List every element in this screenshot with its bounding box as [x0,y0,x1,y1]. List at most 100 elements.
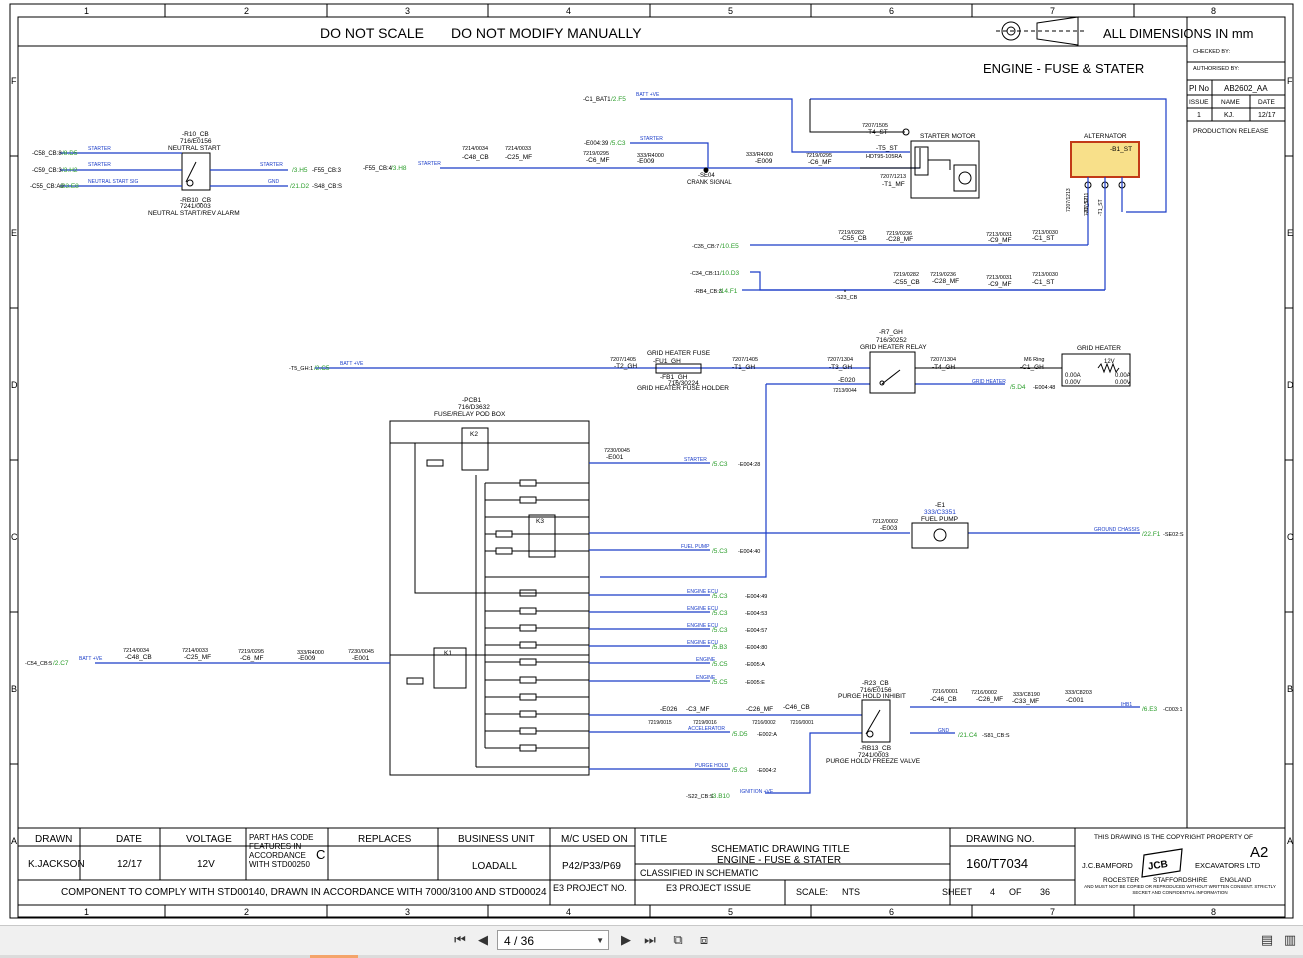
fit-width-icon: ⧈ [699,933,709,948]
alt-l3-ref: /14.F1 [719,288,738,295]
grid-col-5-bottom: 5 [728,907,733,917]
out0-ref: /5.C3 [712,461,728,468]
starter-src: -F55_CB:4 [363,166,393,172]
grid-row-d: D [11,380,18,390]
mc-value: P42/P33/P69 [562,861,621,872]
batt-src: -C1_BAT1 [583,97,611,103]
batt-in-c1: -C48_CB [125,654,152,661]
alt-p1: 7207/1213 [1066,188,1072,212]
single-page-view-button[interactable]: ▤ [1257,931,1277,951]
classified-value: SCHEMATIC [706,868,759,878]
purge-ph-end: -E004:2 [757,768,776,774]
purge-b1a: 7216/0001 [932,689,958,695]
starter-c1a: 7214/0034 [462,146,488,152]
purge-ign-ref: /3.B10 [711,793,730,800]
continuous-view-button[interactable]: ▥ [1280,931,1300,951]
gh-ref: /5.D4 [1010,384,1026,391]
gh-wire: GRID HEATER [972,379,1006,385]
grid-row-a: A [11,836,17,846]
e3-project-issue: E3 PROJECT ISSUE [666,883,751,893]
neutral-r1: -F55_CB:3 [312,168,342,174]
grid-col-7-bottom: 7 [1050,907,1055,917]
gh-e20: -E020 [838,377,856,384]
starter-motor-body [910,140,980,199]
previous-page-button[interactable]: ◀ [473,931,493,951]
starter-e1-wire: STARTER [640,136,663,142]
title-block: DRAWN DATE VOLTAGE PART HAS CODE FEATURE… [18,828,1285,906]
starter-c6: -C6_MF [808,159,832,166]
title-line2: ENGINE - FUSE & STATER [717,855,841,866]
next-page-button[interactable]: ▶ [616,931,636,951]
grid-col-3: 3 [405,6,410,16]
gh-a4: 0.00V [1115,380,1131,386]
gh-m6: M6 Ring [1024,357,1044,363]
grid-col-6-bottom: 6 [889,907,894,917]
starter-motor-c2a: 7207/1213 [880,174,906,180]
alt-d1a: 7219/0282 [893,272,919,278]
pcb-pod-box: -PCB1 716/D3632 FUSE/RELAY POD BOX K2 K3… [389,397,590,776]
last-page-icon: ⏭ [644,933,656,948]
neutral-l3-wire: NEUTRAL START SIG [88,179,138,185]
batt-in-src: -C54_CB:5 [25,661,52,667]
purge-b4a: 333/C8203 [1065,690,1092,696]
sheet-value: 4 [990,887,995,897]
grid-row-f-right: F [1287,76,1293,86]
out2-ref: /5.C3 [712,593,728,600]
next-page-icon: ▶ [621,933,631,948]
purge-e26: -E026 [660,706,678,713]
purge-a1: 7219/0015 [648,720,672,726]
title-label: TITLE [640,834,668,845]
out5-end: -E004:80 [745,645,767,651]
fuel-pump-ref: /22.F1 [1142,531,1161,538]
batt-in-c4: -E009 [298,655,316,662]
alt-c2: -C28_MF [886,236,913,243]
crank-signal-label: CRANK SIGNAL [687,180,732,186]
k2-label: K2 [470,431,478,438]
first-page-button[interactable]: ⏮ [450,931,470,951]
gh-holder-name: GRID HEATER FUSE HOLDER [637,385,729,392]
neutral-r1-wire: STARTER [260,162,283,168]
purge-hold-section: -R23_CB 716/E0156 PURGE HOLD INHIBIT -RB… [648,680,1183,800]
purge-gnd-ref: /21.C4 [958,732,978,739]
starter-c3: -C6_MF [586,157,610,164]
grid-col-1: 1 [84,6,89,16]
starter-motor-id2: -T5_ST [876,145,898,152]
alt-d3: -C9_MF [988,281,1012,288]
starter-e1: -E004:39 [584,141,609,147]
starter-c1: -C48_CB [462,154,489,161]
date-header: DATE [116,834,142,845]
classified-label: CLASSIFIED IN [640,868,704,878]
drawing-no-value: 160/T7034 [966,856,1028,871]
date-value: 12/17 [1258,112,1276,119]
e3-project-no: E3 PROJECT NO. [553,883,627,893]
scale-value: NTS [842,887,860,897]
sheet-label: SHEET [942,887,973,897]
purge-name2: PURGE HOLD/ FREEZE VALVE [826,758,921,765]
heater-element-icon [1097,362,1120,374]
purge-acc-ref: /5.D5 [732,731,748,738]
gh-c4a: 7207/1304 [930,357,956,363]
alt-splice: -S23_CB [835,295,858,301]
out6-end: -E005:A [745,662,765,668]
business-unit-value: LOADALL [472,861,517,872]
alt-l1: -C35_CB:7 [692,244,719,250]
out6-ref: /5.C5 [712,661,728,668]
neutral-l3-ref: /23.E8 [60,183,79,190]
neutral-l1-wire: STARTER [88,146,111,152]
purge-out-end: -C003:1 [1163,707,1183,713]
starter-motor-id: -T4_ST [866,129,888,136]
issue-value: 1 [1197,112,1201,119]
purge-ph-wire: PURGE HOLD [695,763,728,769]
do-not-modify: DO NOT MODIFY MANUALLY [451,25,642,41]
gh-heater-title: GRID HEATER [1077,345,1121,352]
neutral-name2: NEUTRAL START/REV ALARM [148,210,240,217]
purge-name: PURGE HOLD INHIBIT [838,693,906,700]
fit-page-button[interactable]: ⧉ [668,931,688,951]
last-page-button[interactable]: ⏭ [640,931,660,951]
page-selector[interactable]: 4 / 36 ▼ [497,930,609,950]
out1-wire: FUEL PUMP [681,544,710,550]
neutral-switch [181,152,211,191]
gh-c1: -T2_GH [614,363,637,370]
fit-width-button[interactable]: ⧈ [694,931,714,951]
addr-3: ENGLAND [1220,877,1252,884]
